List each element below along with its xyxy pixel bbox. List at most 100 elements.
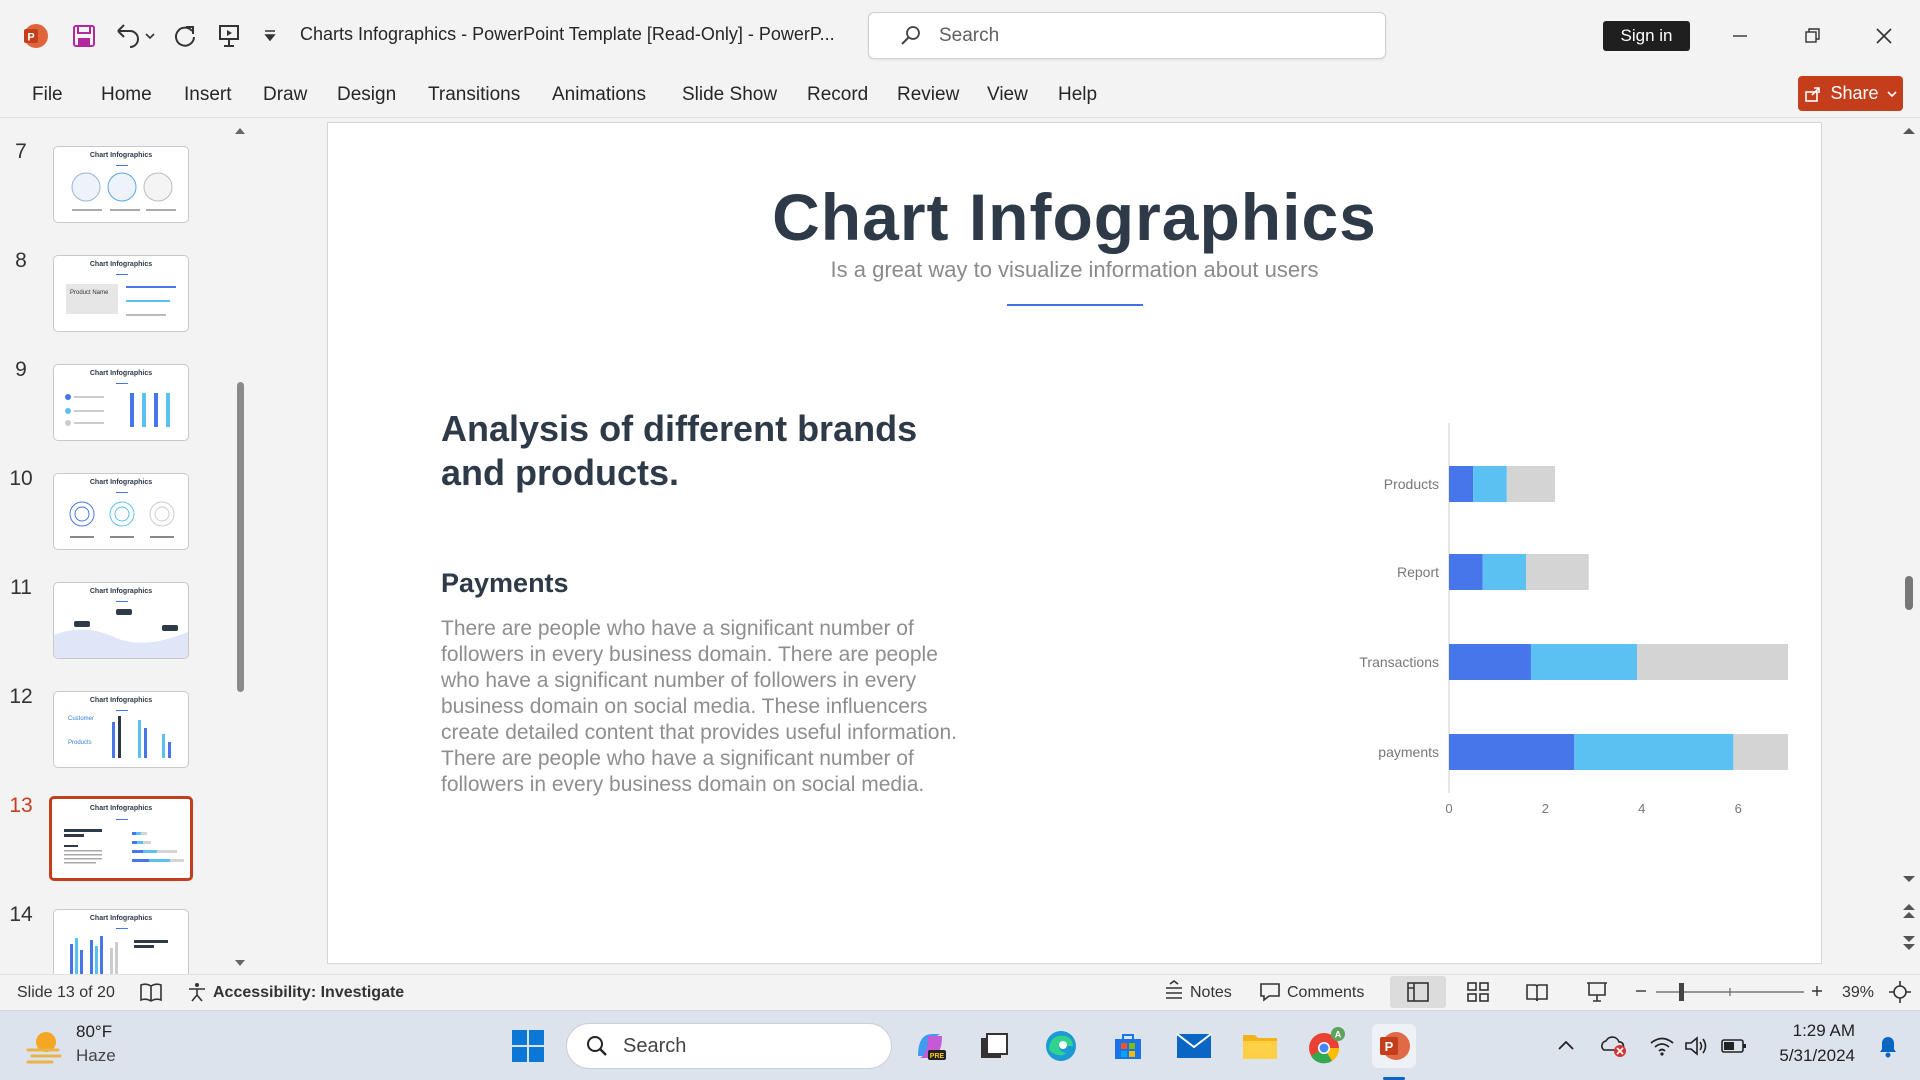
status-bar: Slide 13 of 20 Accessibility: Investigat… (0, 974, 1920, 1009)
clock-time[interactable]: 1:29 AM (1780, 1021, 1855, 1041)
slide-sorter-icon[interactable] (1466, 981, 1490, 1003)
windows-start-icon[interactable] (506, 1024, 550, 1068)
slide-thumbnail-13[interactable]: Chart Infographics (49, 796, 193, 881)
tab-help[interactable]: Help (1058, 84, 1097, 106)
chrome-icon[interactable]: A (1304, 1024, 1348, 1068)
bar-segment (1482, 554, 1527, 590)
next-slide-icon (1903, 936, 1915, 950)
slide-thumbnail-8[interactable]: Chart Infographics Product Name (53, 255, 189, 332)
search-box[interactable]: Search (868, 12, 1386, 59)
weather-description[interactable]: Haze (76, 1046, 116, 1066)
zoom-level[interactable]: 39% (1842, 984, 1874, 1002)
svg-text:A: A (1335, 1030, 1342, 1040)
scroll-down-icon (1903, 876, 1915, 882)
restore-icon[interactable] (1792, 18, 1832, 54)
notes-button[interactable]: Notes (1190, 984, 1232, 1002)
thumbnail-graphic (69, 501, 175, 538)
slide-thumbnail-9[interactable]: Chart Infographics (53, 364, 189, 441)
thumbnail-label: Customer (68, 716, 95, 722)
category-label: payments (1378, 744, 1439, 760)
notes-icon[interactable] (1162, 980, 1186, 1004)
slide-thumbnail-10[interactable]: Chart Infographics (53, 473, 189, 550)
tab-draw[interactable]: Draw (263, 84, 307, 106)
comments-icon[interactable] (1259, 981, 1281, 1003)
previous-slide-icon (1903, 904, 1915, 918)
tab-review[interactable]: Review (897, 84, 959, 106)
slide-thumbnail-7[interactable]: Chart Infographics (53, 146, 189, 223)
powerpoint-taskbar-icon[interactable]: P (1372, 1024, 1416, 1068)
tab-file[interactable]: File (32, 84, 63, 106)
mail-icon[interactable] (1172, 1024, 1216, 1068)
zoom-out-icon[interactable] (1634, 979, 1648, 1003)
thumbnail-scrollbar[interactable] (229, 118, 251, 974)
slideshow-view-icon[interactable] (1585, 980, 1609, 1004)
weather-haze-icon[interactable] (22, 1024, 66, 1068)
tab-record[interactable]: Record (807, 84, 868, 106)
close-icon[interactable] (1864, 18, 1904, 54)
accessibility-icon[interactable] (186, 981, 208, 1003)
svg-text:P: P (1385, 1039, 1394, 1054)
editor-scrollbar[interactable] (1898, 118, 1920, 974)
file-explorer-icon[interactable] (1238, 1024, 1282, 1068)
bar-segment (1574, 734, 1734, 770)
comments-button[interactable]: Comments (1287, 984, 1364, 1002)
tab-home[interactable]: Home (101, 84, 152, 106)
scroll-thumb (1905, 576, 1913, 610)
minimize-icon[interactable] (1720, 18, 1760, 54)
thumbnail-number: 8 (15, 249, 27, 272)
thumbnail-graphic (71, 172, 176, 211)
bar-segment (1530, 644, 1637, 680)
redo-icon[interactable] (168, 20, 202, 52)
taskbar-search-box[interactable]: Search (566, 1023, 892, 1069)
tab-insert[interactable]: Insert (184, 84, 232, 106)
fit-to-window-icon[interactable] (1888, 980, 1912, 1004)
undo-icon[interactable] (110, 20, 158, 52)
slide-thumbnail-pane: 7 Chart Infographics 8 Chart Infographic… (0, 118, 250, 974)
thumbnail-number: 10 (9, 467, 33, 490)
spelling-icon[interactable] (139, 981, 163, 1003)
reading-view-icon[interactable] (1525, 981, 1549, 1003)
svg-text:P: P (27, 32, 34, 44)
copilot-icon[interactable]: PRE (908, 1024, 952, 1068)
slide-subtitle[interactable]: Is a great way to visualize information … (328, 257, 1821, 283)
bar-segment (1733, 734, 1788, 770)
customize-quick-access-icon[interactable] (258, 20, 282, 52)
edge-browser-icon[interactable] (1039, 1024, 1083, 1068)
slide-title[interactable]: Chart Infographics (328, 179, 1821, 255)
slide-thumbnail-12[interactable]: Chart Infographics Customer Products (53, 691, 189, 768)
task-view-icon[interactable] (972, 1024, 1016, 1068)
save-icon[interactable] (66, 20, 102, 52)
slide-thumbnail-11[interactable]: Chart Infographics (53, 582, 189, 659)
normal-view-button[interactable] (1390, 976, 1446, 1008)
tab-slide-show[interactable]: Slide Show (682, 84, 777, 106)
bar-segment (1636, 644, 1788, 680)
notification-bell-icon[interactable] (1866, 1024, 1910, 1068)
weather-temperature[interactable]: 80°F (76, 1022, 112, 1042)
tab-view[interactable]: View (987, 84, 1028, 106)
clock-date[interactable]: 5/31/2024 (1768, 1046, 1855, 1066)
microsoft-store-icon[interactable] (1106, 1024, 1150, 1068)
bar-segment (1506, 466, 1556, 502)
slide-canvas[interactable]: Chart Infographics Is a great way to vis… (327, 122, 1822, 964)
search-icon (899, 24, 923, 48)
share-button[interactable]: Share (1798, 76, 1903, 111)
tab-design[interactable]: Design (337, 84, 396, 106)
slide-thumbnail-14[interactable]: Chart Infographics (53, 909, 189, 974)
thumbnail-graphic (65, 393, 170, 427)
zoom-in-icon[interactable] (1810, 979, 1824, 1003)
tab-transitions[interactable]: Transitions (428, 84, 520, 106)
presenter-icon[interactable] (212, 20, 246, 52)
zoom-slider[interactable] (1656, 981, 1806, 1003)
scroll-up-icon (235, 128, 245, 134)
stacked-bar-chart[interactable]: ProductsReportTransactionspayments024681… (848, 383, 1788, 983)
tab-animations[interactable]: Animations (552, 84, 646, 106)
battery-icon[interactable] (1712, 1024, 1756, 1068)
accessibility-status[interactable]: Accessibility: Investigate (213, 984, 404, 1002)
share-icon (1804, 85, 1822, 103)
thumbnail-number: 14 (9, 903, 33, 926)
bar-segment (1449, 554, 1483, 590)
onedrive-error-icon[interactable] (1592, 1024, 1636, 1068)
slide-subheading[interactable]: Payments (441, 568, 569, 599)
sign-in-button[interactable]: Sign in (1603, 21, 1690, 51)
show-hidden-icons-icon[interactable] (1544, 1024, 1588, 1068)
